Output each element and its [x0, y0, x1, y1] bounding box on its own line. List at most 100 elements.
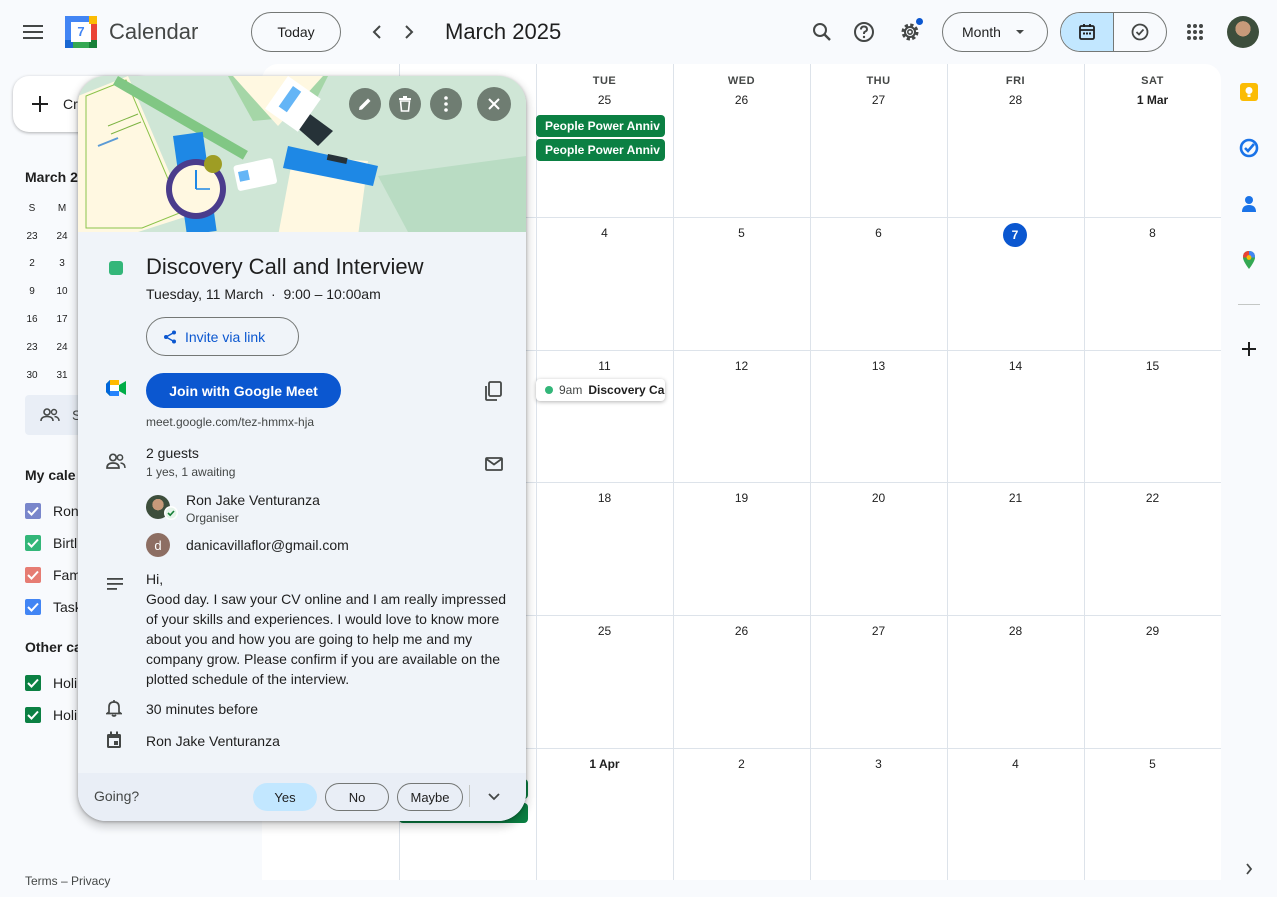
join-meet-button[interactable]: Join with Google Meet [146, 373, 341, 408]
day-number[interactable]: 4 [536, 226, 673, 240]
apps-grid-icon [1187, 24, 1203, 40]
calendar-list-item[interactable]: Task [25, 599, 82, 615]
day-number[interactable]: 26 [673, 93, 810, 107]
day-number[interactable]: 3 [810, 757, 947, 771]
main-menu-button[interactable] [13, 12, 53, 52]
mini-day[interactable]: 30 [22, 370, 42, 381]
day-number[interactable]: 19 [673, 491, 810, 505]
day-number[interactable]: 1 Mar [1084, 93, 1221, 107]
event-details-dialog: Discovery Call and Interview Tuesday, 11… [78, 76, 526, 821]
day-number[interactable]: 2 [673, 757, 810, 771]
mini-day[interactable]: 24 [52, 231, 72, 242]
help-button[interactable] [844, 12, 884, 52]
day-number[interactable]: 28 [947, 624, 1084, 638]
calendar-label: Birtl [53, 535, 78, 551]
day-number[interactable]: 12 [673, 359, 810, 373]
mini-day[interactable]: 10 [52, 286, 72, 297]
search-button[interactable] [802, 12, 842, 52]
calendar-checkbox[interactable] [25, 599, 41, 615]
day-number[interactable]: 21 [947, 491, 1084, 505]
rsvp-more-options-button[interactable] [480, 783, 508, 811]
bell-icon [106, 699, 122, 717]
discovery-call-event-chip[interactable]: 9am Discovery Cal [536, 379, 665, 401]
view-select[interactable]: Month [942, 12, 1048, 52]
day-number[interactable]: 14 [947, 359, 1084, 373]
day-number[interactable]: 22 [1084, 491, 1221, 505]
calendar-list-item[interactable]: Fam [25, 567, 81, 583]
event-description: Hi, Good day. I saw your CV online and I… [146, 571, 507, 687]
day-number[interactable]: 26 [673, 624, 810, 638]
today-day-number[interactable]: 7 [1003, 223, 1027, 247]
calendar-checkbox[interactable] [25, 707, 41, 723]
rsvp-no-button[interactable]: No [325, 783, 389, 811]
calendar-mode-button[interactable] [1061, 13, 1114, 51]
get-addons-button[interactable] [1233, 333, 1265, 365]
day-number[interactable]: 4 [947, 757, 1084, 771]
tasks-mode-button[interactable] [1114, 13, 1167, 51]
next-period-button[interactable] [393, 16, 425, 48]
calendar-list-item[interactable]: Holi [25, 675, 77, 691]
day-number[interactable]: 27 [810, 624, 947, 638]
calendar-list-item[interactable]: Ron [25, 503, 79, 519]
calendar-checkbox[interactable] [25, 503, 41, 519]
day-number[interactable]: 8 [1084, 226, 1221, 240]
delete-event-button[interactable] [389, 88, 421, 120]
calendar-checkbox[interactable] [25, 535, 41, 551]
day-number[interactable]: 27 [810, 93, 947, 107]
day-number[interactable]: 11 [536, 359, 673, 373]
plus-icon [1242, 342, 1256, 356]
invite-via-link-button[interactable]: Invite via link [146, 317, 299, 356]
mini-day[interactable]: 16 [22, 314, 42, 325]
email-guests-button[interactable] [482, 452, 506, 476]
day-number[interactable]: 6 [810, 226, 947, 240]
mini-day[interactable]: 2 [22, 258, 42, 269]
mini-day[interactable]: 9 [22, 286, 42, 297]
maps-side-button[interactable] [1233, 244, 1265, 276]
guest-role: Organiser [186, 511, 239, 525]
settings-button[interactable] [890, 12, 930, 52]
account-avatar[interactable] [1227, 16, 1259, 48]
holiday-event-chip[interactable]: People Power Anniv [536, 115, 665, 137]
day-number[interactable]: 15 [1084, 359, 1221, 373]
contacts-side-button[interactable] [1233, 188, 1265, 220]
previous-period-button[interactable] [361, 16, 393, 48]
day-number[interactable]: 25 [536, 624, 673, 638]
day-number[interactable]: 5 [673, 226, 810, 240]
copy-meet-info-button[interactable] [481, 379, 505, 403]
day-number[interactable]: 28 [947, 93, 1084, 107]
day-number[interactable]: 5 [1084, 757, 1221, 771]
meet-url[interactable]: meet.google.com/tez-hmmx-hja [146, 415, 314, 429]
mini-day[interactable]: 24 [52, 342, 72, 353]
more-options-button[interactable] [430, 88, 462, 120]
edit-event-button[interactable] [349, 88, 381, 120]
rsvp-maybe-button[interactable]: Maybe [397, 783, 463, 811]
mini-day[interactable]: 23 [22, 231, 42, 242]
calendar-list-item[interactable]: Holi [25, 707, 77, 723]
mini-day[interactable]: 23 [22, 342, 42, 353]
mini-day[interactable]: 31 [52, 370, 72, 381]
footer-links[interactable]: Terms – Privacy [25, 874, 110, 888]
keep-side-button[interactable] [1233, 76, 1265, 108]
day-number[interactable]: 1 Apr [536, 757, 673, 771]
holiday-event-chip[interactable]: People Power Anniv [536, 139, 665, 161]
show-side-panel-button[interactable] [1237, 857, 1261, 881]
help-icon [854, 22, 874, 42]
day-number[interactable]: 29 [1084, 624, 1221, 638]
mini-day[interactable]: 3 [52, 258, 72, 269]
close-dialog-button[interactable] [477, 87, 511, 121]
calendar-checkbox[interactable] [25, 675, 41, 691]
calendar-list-item[interactable]: Birtl [25, 535, 77, 551]
today-button[interactable]: Today [251, 12, 341, 52]
mini-day[interactable]: 17 [52, 314, 72, 325]
rsvp-divider [469, 785, 470, 807]
calendar-logo[interactable]: 7 [65, 16, 97, 48]
day-number[interactable]: 25 [536, 93, 673, 107]
day-number[interactable]: 13 [810, 359, 947, 373]
day-number[interactable]: 18 [536, 491, 673, 505]
tasks-side-button[interactable] [1233, 132, 1265, 164]
calendar-checkbox[interactable] [25, 567, 41, 583]
rsvp-yes-button[interactable]: Yes [253, 783, 317, 811]
day-number[interactable]: 20 [810, 491, 947, 505]
google-apps-button[interactable] [1175, 12, 1215, 52]
tasks-icon [1239, 138, 1259, 158]
